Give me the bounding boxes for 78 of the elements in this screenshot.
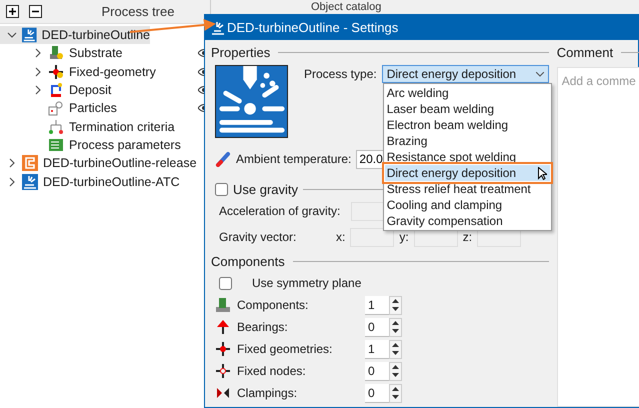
panel-title: Process tree <box>100 4 176 19</box>
dropdown-option[interactable]: Electron beam welding <box>384 117 550 133</box>
dropdown-option[interactable]: Laser beam welding <box>384 101 550 117</box>
crosshair-icon <box>215 363 231 379</box>
vector-field[interactable] <box>350 228 394 246</box>
spin-arrows-icon <box>392 298 399 312</box>
panel-title: Object catalog <box>311 1 382 13</box>
tree-item[interactable]: Termination criteria <box>0 117 210 136</box>
crosshair-icon <box>215 341 231 357</box>
dropdown-option[interactable]: Gravity compensation <box>384 213 550 229</box>
tree-item[interactable]: DED-turbineOutline-release <box>0 154 210 172</box>
tree-label: Fixed-geometry <box>69 64 156 79</box>
block-icon <box>48 45 64 62</box>
dropdown-option[interactable]: Arc welding <box>384 85 550 101</box>
spin-arrows-icon <box>392 320 399 334</box>
number-spinner[interactable]: 0 <box>365 384 402 402</box>
bracket-icon <box>22 155 38 172</box>
tree-label: Substrate <box>69 46 123 60</box>
number-spinner[interactable]: 1 <box>365 296 402 314</box>
tree-label: Deposit <box>69 83 112 98</box>
field-label: Ambient temperature: <box>236 152 352 166</box>
table-icon <box>48 136 64 153</box>
field-label: Fixed geometries: <box>237 342 334 356</box>
number-spinner[interactable]: 1 <box>365 340 402 358</box>
arrow-up-icon <box>215 319 231 335</box>
dropdown-option[interactable]: Direct energy deposition <box>384 165 550 181</box>
crosshair-icon <box>48 64 64 80</box>
axis-label: z: <box>462 230 472 244</box>
dropdown-option[interactable]: Resistance spot welding <box>384 149 550 165</box>
field-label: Bearings: <box>237 320 289 334</box>
tree-label: Particles <box>69 101 117 116</box>
tree-item[interactable]: Process parameters <box>0 136 210 154</box>
laser-icon <box>22 27 37 44</box>
plus-icon <box>8 7 17 16</box>
spin-arrows-icon <box>392 386 399 400</box>
clamp-icon <box>215 385 231 401</box>
block-icon <box>215 297 231 313</box>
field-label: Fixed nodes: <box>237 364 307 378</box>
field-label: Gravity vector: <box>219 230 298 244</box>
section-heading: Comment <box>556 44 614 60</box>
field-label: Clampings: <box>237 386 298 400</box>
tree-label: DED-turbineOutline-ATC <box>43 174 180 189</box>
collapse-all-button[interactable] <box>29 5 42 18</box>
tree-label: DED-turbineOutline <box>42 28 150 42</box>
chevron-icon <box>536 72 544 76</box>
axis-label: x: <box>336 230 346 244</box>
laser-icon <box>22 174 38 190</box>
tree-label: Process parameters <box>69 138 181 152</box>
thermometer-icon <box>215 151 231 167</box>
dropdown-option[interactable]: Stress relief heat treatment <box>384 181 550 197</box>
symmetry-checkbox[interactable] <box>219 276 232 290</box>
expand-all-button[interactable] <box>6 5 19 18</box>
use-gravity-checkbox[interactable] <box>215 182 228 196</box>
section-heading: Components <box>211 254 285 268</box>
field-label: Process type: <box>304 66 377 83</box>
process-type-dropdown[interactable]: Direct energy deposition <box>382 65 549 83</box>
field-label: Acceleration of gravity: <box>219 204 340 218</box>
flowchart-icon <box>48 118 64 135</box>
dropdown-option[interactable]: Brazing <box>384 133 550 149</box>
tree-label: DED-turbineOutline-release <box>43 156 197 170</box>
section-heading: Properties <box>211 44 270 60</box>
tree-item[interactable]: DED-turbineOutline <box>0 26 150 44</box>
field-label: Components: <box>237 298 310 312</box>
number-spinner[interactable]: 0 <box>365 362 402 380</box>
tree-label: Termination criteria <box>69 120 175 134</box>
cursor-icon <box>538 167 547 180</box>
robot-arm-icon <box>48 82 64 98</box>
spin-arrows-icon <box>392 364 399 378</box>
window-title: DED-turbineOutline - Settings <box>227 20 398 35</box>
laser-icon <box>211 20 225 34</box>
number-spinner[interactable]: 0 <box>365 318 402 336</box>
checkbox-label: Use symmetry plane <box>252 276 362 290</box>
axis-label: y: <box>399 230 409 244</box>
checkbox-label: Use gravity <box>233 182 298 196</box>
tree-item[interactable]: DED-turbineOutline-ATC <box>0 172 210 191</box>
dropdown-option[interactable]: Cooling and clamping <box>384 197 550 213</box>
particles-icon <box>48 100 64 116</box>
spin-arrows-icon <box>392 342 399 356</box>
